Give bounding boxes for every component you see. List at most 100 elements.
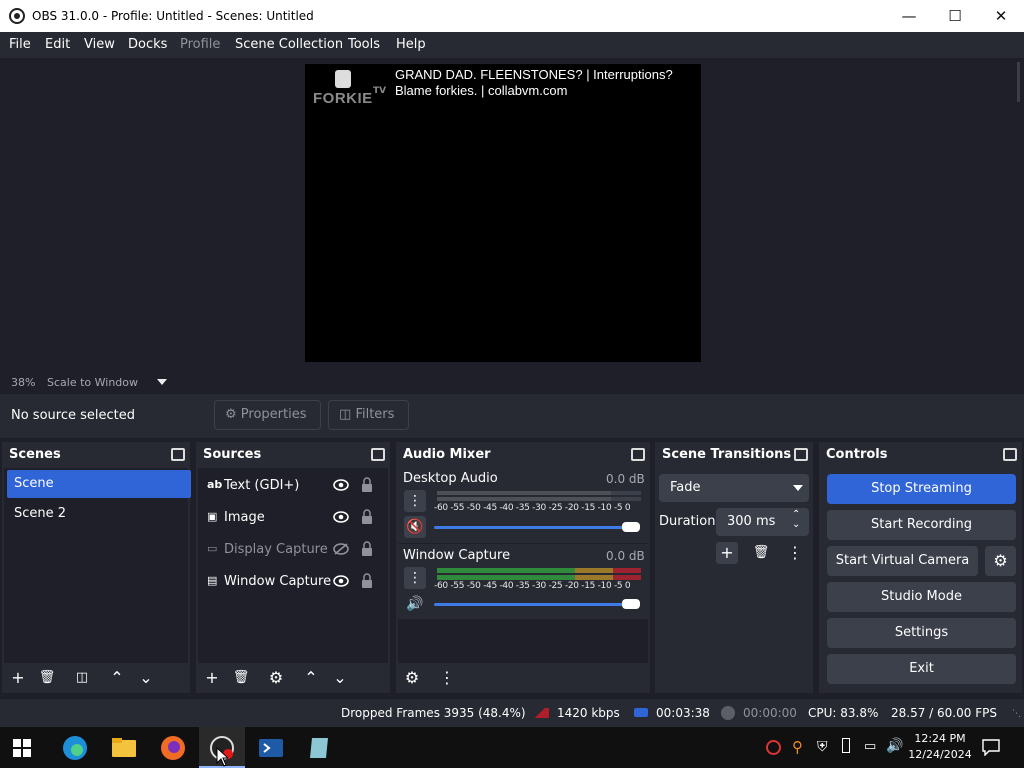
menu-edit[interactable]: Edit <box>45 37 70 52</box>
gear-icon[interactable]: ⚙ <box>265 667 287 689</box>
no-source-label: No source selected <box>11 408 135 423</box>
kebab-menu-icon[interactable]: ⋮ <box>784 542 806 564</box>
lock-icon[interactable] <box>361 509 373 525</box>
kebab-menu-icon[interactable]: ⋮ <box>404 567 426 589</box>
volume-slider[interactable] <box>434 526 640 529</box>
menu-tools[interactable]: Tools <box>348 37 380 52</box>
eye-icon[interactable] <box>333 479 349 491</box>
menu-view[interactable]: View <box>84 37 115 52</box>
menu-profile[interactable]: Profile <box>180 37 220 52</box>
filters-button[interactable]: ◫ Filters <box>328 400 409 430</box>
eye-hidden-icon[interactable] <box>333 543 349 555</box>
trash-icon[interactable]: 🗑 <box>36 667 58 689</box>
menu-scene-collection[interactable]: Scene Collection <box>235 37 343 52</box>
lock-icon[interactable] <box>361 541 373 557</box>
menu-file[interactable]: File <box>9 37 31 52</box>
windows-start-icon[interactable] <box>13 739 31 757</box>
window-icon: ▤ <box>207 574 218 587</box>
kebab-menu-icon[interactable]: ⋮ <box>436 667 458 689</box>
speaker-icon[interactable]: 🔊 <box>404 593 426 615</box>
firefox-icon[interactable] <box>160 735 186 761</box>
kebab-menu-icon[interactable]: ⋮ <box>404 490 426 512</box>
taskbar-clock[interactable]: 12:24 PM 12/24/2024 <box>900 731 980 763</box>
tray-icon[interactable] <box>766 740 781 755</box>
transition-select[interactable]: Fade <box>659 474 809 502</box>
powershell-icon[interactable] <box>258 735 284 761</box>
source-row[interactable]: ▣ Image <box>204 504 384 532</box>
menu-help[interactable]: Help <box>396 37 426 52</box>
mixer-channel-name: Desktop Audio <box>403 471 498 486</box>
properties-button[interactable]: ⚙ Properties <box>214 400 321 430</box>
search-icon[interactable]: ⚲ <box>792 738 803 756</box>
eye-icon[interactable] <box>333 575 349 587</box>
undock-icon[interactable] <box>1003 448 1017 461</box>
filter-icon: ◫ <box>339 407 352 422</box>
eye-icon[interactable] <box>333 511 349 523</box>
add-icon[interactable]: + <box>201 667 223 689</box>
taskbar-active-item[interactable] <box>199 727 245 768</box>
undock-icon[interactable] <box>794 448 808 461</box>
minimize-button[interactable]: — <box>886 0 932 32</box>
edge-icon[interactable] <box>62 735 88 761</box>
scene-transitions-title: Scene Transitions <box>662 447 792 462</box>
scene-item[interactable]: Scene 2 <box>7 500 191 528</box>
app-icon[interactable] <box>307 735 333 761</box>
gear-icon[interactable]: ⚙ <box>985 546 1016 576</box>
chevron-down-icon[interactable]: ⌄ <box>135 667 157 689</box>
chevron-down-icon[interactable] <box>157 379 167 385</box>
menu-docks[interactable]: Docks <box>128 37 167 52</box>
undock-icon[interactable] <box>171 448 185 461</box>
undock-icon[interactable] <box>371 448 385 461</box>
chevron-down-icon[interactable]: ⌄ <box>329 667 351 689</box>
add-icon[interactable]: + <box>7 667 29 689</box>
resize-grip-icon[interactable]: ⋱ <box>1012 709 1021 719</box>
chevron-up-icon[interactable]: ⌃ <box>106 667 128 689</box>
undock-icon[interactable] <box>631 448 645 461</box>
notification-icon[interactable] <box>982 739 1000 756</box>
chevron-up-icon[interactable]: ⌃ <box>300 667 322 689</box>
dropped-frames: Dropped Frames 3935 (48.4%) <box>341 706 526 720</box>
menu-bar: File Edit View Docks Profile Scene Colle… <box>0 32 1024 58</box>
file-explorer-icon[interactable] <box>111 735 137 761</box>
lock-icon[interactable] <box>361 573 373 589</box>
usb-icon[interactable] <box>842 738 850 753</box>
source-row[interactable]: ▭ Display Capture <box>204 536 384 564</box>
start-virtual-camera-button[interactable]: Start Virtual Camera <box>827 546 978 576</box>
window-title: OBS 31.0.0 - Profile: Untitled - Scenes:… <box>32 9 314 23</box>
preview-scrollbar[interactable] <box>1003 58 1021 372</box>
preview-overlay-text: GRAND DAD. FLEENSTONES? | Interruptions?… <box>395 67 673 98</box>
stop-streaming-button[interactable]: Stop Streaming <box>827 474 1016 504</box>
gear-icon[interactable]: ⚙ <box>401 667 423 689</box>
zoom-mode-select[interactable]: Scale to Window <box>47 376 138 389</box>
volume-slider-handle[interactable] <box>622 599 640 609</box>
shield-icon[interactable]: ⛨ <box>817 739 828 755</box>
duration-label: Duration <box>659 514 716 529</box>
filter-icon[interactable]: ◫ <box>71 667 93 689</box>
source-row[interactable]: ▤ Window Capture <box>204 568 384 596</box>
lock-icon[interactable] <box>361 477 373 493</box>
image-icon: ▣ <box>207 510 218 523</box>
chevron-down-icon[interactable]: ⌄ <box>792 519 800 530</box>
monitor-icon: ▭ <box>207 542 218 555</box>
settings-button[interactable]: Settings <box>827 618 1016 648</box>
preview-canvas[interactable]: FORKIE TV GRAND DAD. FLEENSTONES? | Inte… <box>305 64 701 362</box>
stream-icon <box>634 708 648 717</box>
meter-scale: -60 -55 -50 -45 -40 -35 -30 -25 -20 -15 … <box>434 503 631 513</box>
duration-spinbox[interactable]: 300 ms ⌃ ⌄ <box>716 508 809 536</box>
exit-button[interactable]: Exit <box>827 654 1016 684</box>
close-button[interactable]: ✕ <box>978 0 1024 32</box>
trash-icon[interactable]: 🗑 <box>230 667 252 689</box>
maximize-button[interactable]: ☐ <box>932 0 978 32</box>
volume-slider[interactable] <box>434 603 640 606</box>
start-recording-button[interactable]: Start Recording <box>827 510 1016 540</box>
cpu-usage: CPU: 83.8% <box>808 706 879 720</box>
volume-slider-handle[interactable] <box>622 522 640 532</box>
network-tray-icon[interactable]: ▭ <box>864 739 876 754</box>
scene-item[interactable]: Scene <box>7 470 191 498</box>
trash-icon[interactable]: 🗑 <box>750 542 772 564</box>
add-icon[interactable]: + <box>716 542 738 564</box>
speaker-muted-icon[interactable]: 🔇 <box>404 516 426 538</box>
studio-mode-button[interactable]: Studio Mode <box>827 582 1016 612</box>
taskbar: ⚲ ⛨ ▭ 🔊 12:24 PM 12/24/2024 <box>0 727 1024 768</box>
source-row[interactable]: ab Text (GDI+) <box>204 472 384 500</box>
